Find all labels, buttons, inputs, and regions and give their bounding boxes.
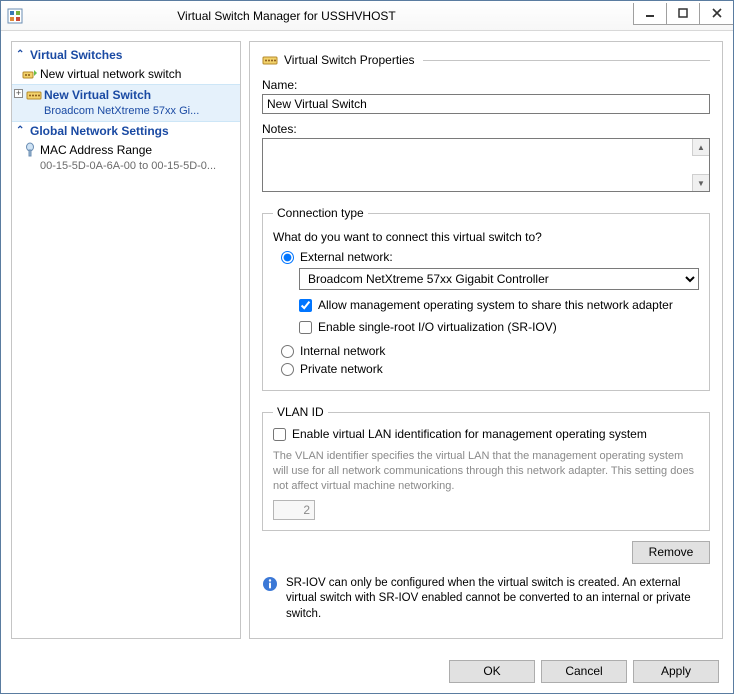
vlan-enable-label: Enable virtual LAN identification for ma… (292, 427, 647, 441)
dialog-footer: OK Cancel Apply (1, 649, 733, 693)
divider (423, 60, 711, 61)
switch-icon (26, 87, 42, 103)
tree-item-new-virtual-switch[interactable]: + New Virtual Switch Broadcom NetXtreme … (12, 84, 240, 122)
notes-label: Notes: (262, 122, 710, 136)
close-button[interactable] (699, 3, 733, 25)
vlan-help-text: The VLAN identifier specifies the virtua… (273, 449, 699, 494)
collapse-icon: ⌃ (16, 126, 24, 136)
name-input[interactable] (262, 94, 710, 114)
name-label: Name: (262, 78, 710, 92)
sriov-info-text: SR-IOV can only be configured when the v… (286, 576, 710, 623)
radio-private[interactable]: Private network (281, 362, 699, 376)
tree-header-label: Global Network Settings (30, 124, 169, 138)
vlan-enable-checkbox[interactable] (273, 428, 286, 441)
connection-type-group: Connection type What do you want to conn… (262, 206, 710, 391)
minimize-button[interactable] (633, 3, 667, 25)
sriov-row[interactable]: Enable single-root I/O virtualization (S… (299, 320, 699, 334)
apply-button[interactable]: Apply (633, 660, 719, 683)
adapter-select[interactable]: Broadcom NetXtreme 57xx Gigabit Controll… (299, 268, 699, 290)
radio-external-label: External network: (300, 250, 393, 264)
switch-icon (262, 52, 278, 68)
tree-item-mac-range[interactable]: MAC Address Range 00-15-5D-0A-6A-00 to 0… (12, 140, 240, 176)
section-title-text: Virtual Switch Properties (284, 53, 415, 67)
vlan-legend: VLAN ID (273, 405, 328, 419)
titlebar: Virtual Switch Manager for USSHVHOST (1, 1, 733, 31)
tree-item-label: New Virtual Switch (44, 88, 151, 102)
ok-button[interactable]: OK (449, 660, 535, 683)
radio-external-input[interactable] (281, 251, 294, 264)
connection-type-legend: Connection type (273, 206, 368, 220)
body-area: ⌃ Virtual Switches New virtual network s… (1, 31, 733, 649)
tree-item-sublabel: Broadcom NetXtreme 57xx Gi... (44, 103, 236, 119)
tree-item-sublabel: 00-15-5D-0A-6A-00 to 00-15-5D-0... (40, 158, 236, 174)
tree-item-label: New virtual network switch (40, 67, 181, 81)
sriov-label: Enable single-root I/O virtualization (S… (318, 320, 557, 334)
scroll-up-button[interactable]: ▲ (692, 139, 709, 156)
radio-private-input[interactable] (281, 363, 294, 376)
radio-private-label: Private network (300, 362, 383, 376)
allow-mgmt-row[interactable]: Allow management operating system to sha… (299, 298, 699, 312)
tree-header-global-settings[interactable]: ⌃ Global Network Settings (12, 122, 240, 140)
remove-button[interactable]: Remove (632, 541, 710, 564)
info-icon (262, 576, 278, 592)
radio-internal[interactable]: Internal network (281, 344, 699, 358)
app-icon (7, 8, 23, 24)
allow-mgmt-checkbox[interactable] (299, 299, 312, 312)
vlan-id-input (273, 500, 315, 520)
expand-icon[interactable]: + (14, 89, 23, 98)
vlan-enable-row[interactable]: Enable virtual LAN identification for ma… (273, 427, 699, 441)
tree-header-label: Virtual Switches (30, 48, 122, 62)
sriov-info: SR-IOV can only be configured when the v… (262, 576, 710, 623)
vlan-group: VLAN ID Enable virtual LAN identificatio… (262, 405, 710, 531)
left-tree-panel: ⌃ Virtual Switches New virtual network s… (11, 41, 241, 639)
radio-external[interactable]: External network: (281, 250, 699, 264)
tree-item-label: MAC Address Range (40, 143, 152, 157)
virtual-switch-manager-window: Virtual Switch Manager for USSHVHOST ⌃ V… (0, 0, 734, 694)
tree-header-virtual-switches[interactable]: ⌃ Virtual Switches (12, 46, 240, 64)
window-title: Virtual Switch Manager for USSHVHOST (0, 9, 634, 23)
mac-icon (22, 142, 38, 158)
new-switch-icon (22, 66, 38, 82)
allow-mgmt-label: Allow management operating system to sha… (318, 298, 673, 312)
cancel-button[interactable]: Cancel (541, 660, 627, 683)
radio-internal-input[interactable] (281, 345, 294, 358)
sriov-checkbox[interactable] (299, 321, 312, 334)
notes-textarea[interactable]: ▲ ▼ (262, 138, 710, 192)
connection-question: What do you want to connect this virtual… (273, 230, 699, 244)
tree-item-new-virtual-network-switch[interactable]: New virtual network switch (12, 64, 240, 84)
radio-internal-label: Internal network (300, 344, 385, 358)
scroll-down-button[interactable]: ▼ (692, 174, 709, 191)
properties-section-header: Virtual Switch Properties (262, 52, 710, 68)
collapse-icon: ⌃ (16, 50, 24, 60)
window-buttons (634, 3, 733, 25)
maximize-button[interactable] (666, 3, 700, 25)
properties-panel: Virtual Switch Properties Name: Notes: ▲… (249, 41, 723, 639)
